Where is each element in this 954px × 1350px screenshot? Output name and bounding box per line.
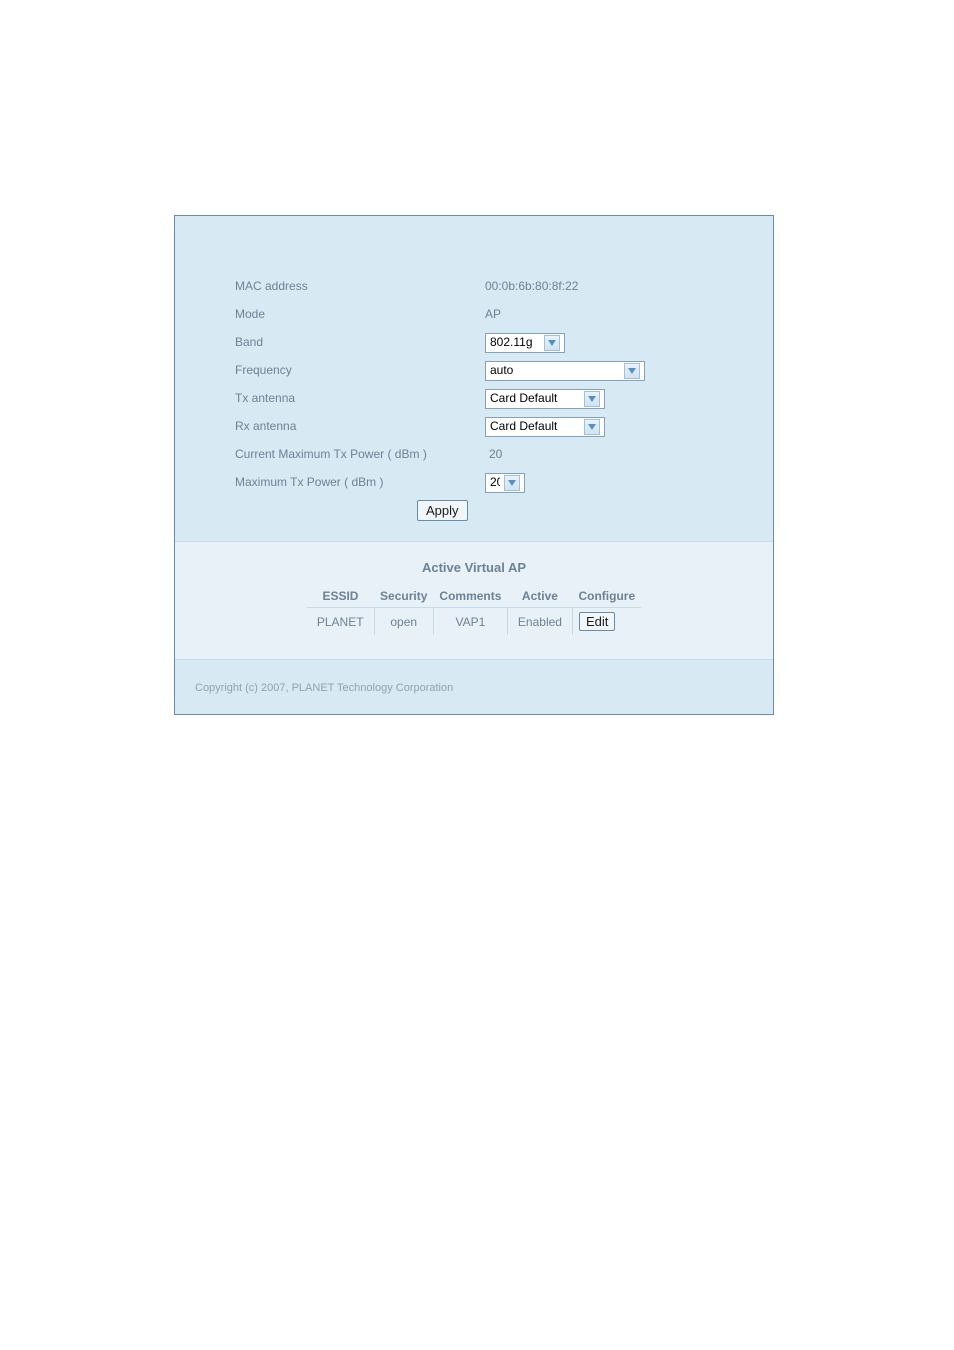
active-virtual-ap-section: Active Virtual AP ESSID Security Comment… bbox=[175, 541, 773, 659]
section-title: Active Virtual AP bbox=[175, 560, 773, 575]
chevron-down-icon bbox=[584, 419, 600, 435]
table-header-row: ESSID Security Comments Active Configure bbox=[307, 585, 641, 608]
mac-address-label: MAC address bbox=[235, 276, 485, 297]
band-label: Band bbox=[235, 332, 485, 353]
chevron-down-icon bbox=[544, 335, 560, 351]
tx-antenna-select-value: Card Default bbox=[490, 388, 580, 409]
header-configure: Configure bbox=[572, 585, 641, 608]
max-tx-power-select-value: 20 bbox=[490, 472, 500, 493]
chevron-down-icon bbox=[584, 391, 600, 407]
header-active: Active bbox=[507, 585, 572, 608]
wireless-form: MAC address 00:0b:6b:80:8f:22 Mode AP Ba… bbox=[175, 216, 773, 541]
header-comments: Comments bbox=[433, 585, 507, 608]
rx-antenna-label: Rx antenna bbox=[235, 416, 485, 437]
chevron-down-icon bbox=[504, 475, 520, 491]
band-select-value: 802.11g bbox=[490, 332, 540, 353]
max-tx-power-label: Maximum Tx Power ( dBm ) bbox=[235, 472, 485, 493]
rx-antenna-select-value: Card Default bbox=[490, 416, 580, 437]
cell-active: Enabled bbox=[507, 608, 572, 636]
header-security: Security bbox=[374, 585, 433, 608]
table-row: PLANET open VAP1 Enabled Edit bbox=[307, 608, 641, 636]
rx-antenna-select[interactable]: Card Default bbox=[485, 417, 605, 437]
cell-essid: PLANET bbox=[307, 608, 374, 636]
cell-security: open bbox=[374, 608, 433, 636]
copyright-text: Copyright (c) 2007, PLANET Technology Co… bbox=[175, 682, 453, 694]
header-essid: ESSID bbox=[307, 585, 374, 608]
tx-antenna-select[interactable]: Card Default bbox=[485, 389, 605, 409]
current-max-tx-power-label: Current Maximum Tx Power ( dBm ) bbox=[235, 444, 489, 465]
apply-button[interactable]: Apply bbox=[417, 500, 468, 521]
footer: Copyright (c) 2007, PLANET Technology Co… bbox=[175, 659, 773, 714]
frequency-select-value: auto bbox=[490, 360, 620, 381]
settings-panel: MAC address 00:0b:6b:80:8f:22 Mode AP Ba… bbox=[174, 215, 774, 715]
current-max-tx-power-value: 20 bbox=[489, 444, 502, 465]
max-tx-power-select[interactable]: 20 bbox=[485, 473, 525, 493]
mac-address-value: 00:0b:6b:80:8f:22 bbox=[485, 276, 578, 297]
edit-button[interactable]: Edit bbox=[579, 612, 615, 631]
chevron-down-icon bbox=[624, 363, 640, 379]
frequency-select[interactable]: auto bbox=[485, 361, 645, 381]
tx-antenna-label: Tx antenna bbox=[235, 388, 485, 409]
cell-comments: VAP1 bbox=[433, 608, 507, 636]
band-select[interactable]: 802.11g bbox=[485, 333, 565, 353]
frequency-label: Frequency bbox=[235, 360, 485, 381]
virtual-ap-table: ESSID Security Comments Active Configure… bbox=[307, 585, 641, 635]
mode-label: Mode bbox=[235, 304, 485, 325]
mode-value: AP bbox=[485, 304, 501, 325]
